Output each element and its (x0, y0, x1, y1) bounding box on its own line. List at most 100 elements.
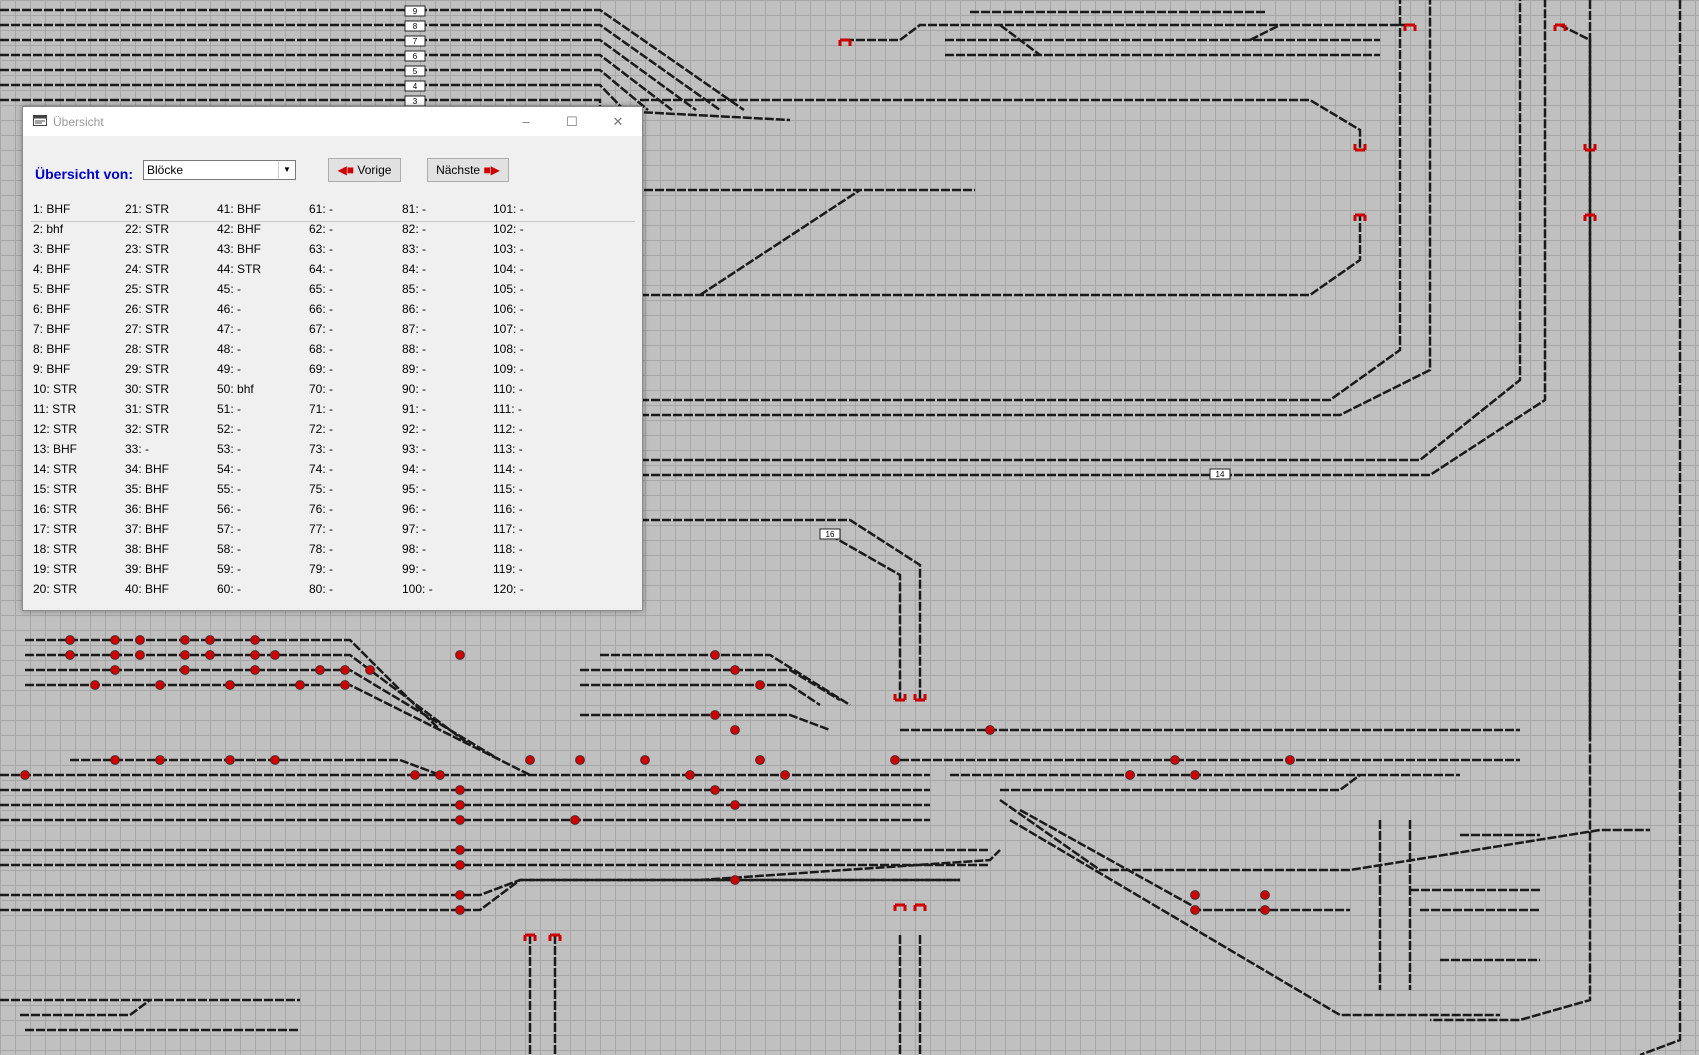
block-entry: 92: - (402, 422, 427, 436)
previous-button[interactable]: ◀■ Vorige (328, 158, 401, 182)
signal-light-icon (730, 875, 740, 885)
signal-light-icon (90, 680, 100, 690)
block-entry: 91: - (402, 402, 427, 416)
block-entry: 98: - (402, 542, 427, 556)
close-button[interactable]: ✕ (595, 107, 641, 136)
signal-light-icon (180, 665, 190, 675)
block-entry: 87: - (402, 322, 427, 336)
block-entry: 95: - (402, 482, 427, 496)
block-entry: 90: - (402, 382, 427, 396)
block-entry: 74: - (309, 462, 334, 476)
signal-light-icon (575, 755, 585, 765)
track-segment (1430, 23, 1592, 1022)
block-column: 61: - 62: - 63: - 64: - 65: - 66: - 67: - 68: -… (309, 199, 409, 599)
block-entry: 32: STR (125, 422, 170, 436)
signal-light-icon (780, 770, 790, 780)
block-entry: 79: - (309, 562, 334, 576)
signal-light-icon (435, 770, 445, 780)
block-entry: 55: - (217, 482, 242, 496)
signal-light-icon (730, 665, 740, 675)
block-entry: 64: - (309, 262, 334, 276)
track-segment (20, 999, 151, 1017)
block-entry: 22: STR (125, 222, 170, 236)
block-entry: 66: - (309, 302, 334, 316)
block-entry: 81: - (402, 202, 427, 216)
block-entry: 35: BHF (125, 482, 170, 496)
block-entry: 119: - (493, 562, 523, 576)
block-entry: 50: bhf (217, 382, 254, 396)
maximize-button[interactable]: ☐ (549, 107, 595, 136)
track-segment (0, 878, 960, 897)
block-entry: 67: - (309, 322, 334, 336)
buffer-stop-icon (838, 38, 852, 46)
signal-light-icon (65, 635, 75, 645)
signal-light-icon (730, 800, 740, 810)
block-entry: 26: STR (125, 302, 170, 316)
signal-light-icon (250, 650, 260, 660)
block-entry: 4: BHF (33, 262, 71, 276)
block-entry: 70: - (309, 382, 334, 396)
signal-light-icon (270, 755, 280, 765)
signal-light-icon (225, 755, 235, 765)
signal-light-icon (270, 650, 280, 660)
signal-light-icon (730, 725, 740, 735)
block-entry: 103: - (493, 242, 524, 256)
signal-light-icon (340, 665, 350, 675)
block-entry: 100: - (402, 582, 433, 596)
track-segment (1639, 0, 1682, 1055)
block-entry: 109: - (493, 362, 524, 376)
minimize-icon: – (522, 114, 530, 129)
signal-light-icon (1190, 890, 1200, 900)
block-entry: 40: BHF (125, 582, 170, 596)
block-entry: 108: - (493, 342, 524, 356)
app-window-icon (33, 115, 47, 126)
track-segment (640, 0, 1432, 417)
signal-light-icon (525, 755, 535, 765)
track-number-label: 3 (413, 97, 418, 106)
signal-light-icon (455, 800, 465, 810)
block-entry: 49: - (217, 362, 242, 376)
block-entry: 52: - (217, 422, 242, 436)
track-segment (640, 518, 922, 700)
track-segment (640, 0, 1547, 477)
block-entry: 59: - (217, 562, 242, 576)
signal-light-icon (455, 785, 465, 795)
signal-light-icon (710, 710, 720, 720)
block-entry: 41: BHF (217, 202, 262, 216)
block-entry: 10: STR (33, 382, 78, 396)
track-segment (829, 533, 902, 700)
block-entry: 97: - (402, 522, 427, 536)
overview-dialog[interactable]: Übersicht – ☐ ✕ Übersicht von: Blöcke ▼ … (22, 106, 643, 611)
signal-light-icon (135, 635, 145, 645)
signal-light-icon (180, 635, 190, 645)
block-entry: 71: - (309, 402, 334, 416)
signal-light-icon (710, 650, 720, 660)
block-entry: 58: - (217, 542, 242, 556)
block-column: 41: BHF 42: BHF 43: BHF 44: STR 45: - 46: - 47… (217, 199, 317, 599)
next-button[interactable]: Nächste ■▶ (427, 158, 509, 182)
close-icon: ✕ (612, 114, 624, 129)
maximize-icon: ☐ (566, 114, 578, 129)
block-entry: 19: STR (33, 562, 78, 576)
block-entry: 27: STR (125, 322, 170, 336)
minimize-button[interactable]: – (503, 107, 549, 136)
signal-light-icon (685, 770, 695, 780)
block-entry: 62: - (309, 222, 334, 236)
signal-light-icon (890, 755, 900, 765)
block-entry: 65: - (309, 282, 334, 296)
block-entry: 21: STR (125, 202, 170, 216)
track-number-label: 16 (826, 530, 835, 539)
block-entry: 11: STR (33, 402, 77, 416)
chevron-down-icon[interactable]: ▼ (278, 161, 295, 179)
signal-light-icon (455, 860, 465, 870)
block-entry: 37: BHF (125, 522, 170, 536)
dialog-titlebar[interactable]: Übersicht – ☐ ✕ (23, 107, 642, 136)
signal-light-icon (1125, 770, 1135, 780)
signal-light-icon (1285, 755, 1295, 765)
track-segment (0, 53, 673, 111)
overview-type-select[interactable]: Blöcke ▼ (143, 160, 296, 180)
block-column: 1: BHF 2: bhf 3: BHF 4: BHF 5: BHF 6: BHF 7: B… (33, 199, 133, 599)
block-entry: 118: - (493, 542, 523, 556)
track-segment (1000, 774, 1361, 792)
track-segment (580, 683, 821, 707)
